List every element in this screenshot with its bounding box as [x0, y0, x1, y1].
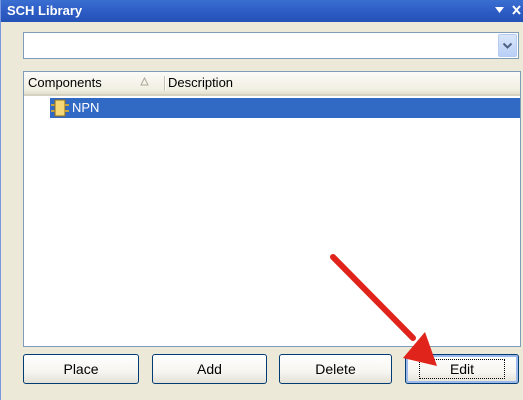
component-icon — [51, 99, 69, 117]
sch-library-panel: SCH Library Components Description NPN P… — [0, 0, 523, 400]
filter-dropdown-button[interactable] — [498, 34, 517, 57]
panel-title: SCH Library — [7, 3, 83, 18]
list-item[interactable]: NPN — [50, 98, 520, 118]
list-header: Components Description — [24, 72, 520, 96]
components-list[interactable]: Components Description NPN — [23, 71, 521, 347]
delete-button[interactable]: Delete — [279, 354, 392, 384]
add-button[interactable]: Add — [152, 354, 267, 384]
edit-button[interactable]: Edit — [405, 354, 519, 384]
chevron-down-icon — [502, 42, 513, 49]
library-filter-combobox[interactable] — [23, 32, 519, 59]
sort-up-icon — [140, 77, 149, 86]
column-divider[interactable] — [164, 76, 166, 91]
edit-button-label: Edit — [418, 359, 506, 379]
panel-titlebar: SCH Library — [1, 0, 523, 22]
panel-close-icon[interactable] — [511, 3, 522, 17]
panel-menu-chevron-down-icon[interactable] — [494, 3, 505, 17]
component-name: NPN — [72, 100, 100, 115]
column-header-description[interactable]: Description — [168, 72, 233, 94]
place-button[interactable]: Place — [23, 354, 139, 384]
